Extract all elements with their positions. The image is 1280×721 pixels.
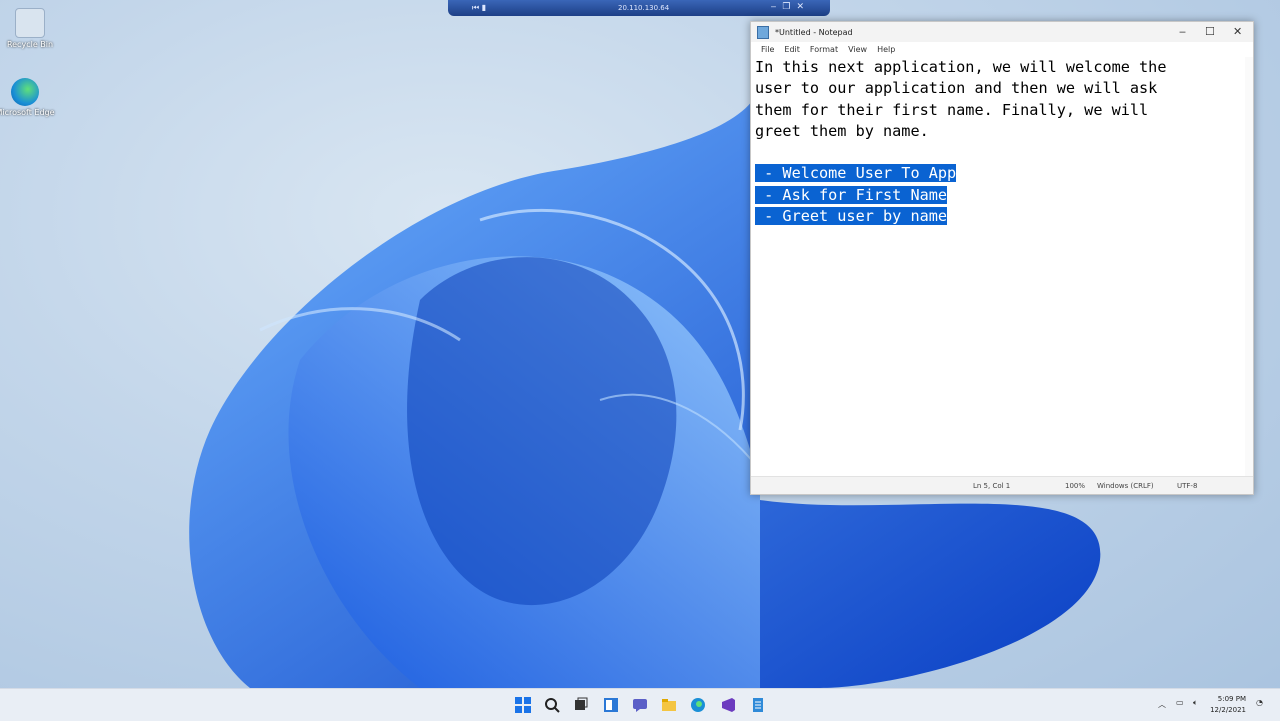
- close-button[interactable]: ✕: [1233, 25, 1242, 38]
- text-line: In this next application, we will welcom…: [755, 58, 1167, 76]
- selected-line: - Welcome User To App: [755, 164, 957, 183]
- notepad-icon[interactable]: [750, 697, 766, 713]
- window-title: *Untitled - Notepad: [775, 27, 853, 37]
- system-clock[interactable]: 5:09 PM 12/2/2021: [1210, 694, 1246, 716]
- menu-view[interactable]: View: [848, 45, 867, 54]
- edge-icon: [11, 78, 39, 106]
- desktop-icon-recycle-bin[interactable]: Recycle Bin: [0, 8, 60, 50]
- line-ending: Windows (CRLF): [1097, 482, 1154, 490]
- rdp-window-controls[interactable]: ‒❐✕: [771, 2, 810, 12]
- visual-studio-icon[interactable]: [720, 697, 736, 713]
- menu-file[interactable]: File: [761, 45, 774, 54]
- text-line-blank: [755, 142, 1235, 163]
- show-hidden-icons-icon[interactable]: ︿: [1158, 699, 1166, 710]
- text-line: them for their first name. Finally, we w…: [755, 100, 1149, 119]
- search-icon[interactable]: [544, 697, 560, 713]
- text-line: greet them by name.: [755, 121, 929, 140]
- recycle-bin-label: Recycle Bin: [6, 40, 54, 49]
- notepad-title-bar[interactable]: *Untitled - Notepad ‒ ☐ ✕: [751, 22, 1253, 42]
- notepad-icon: [757, 25, 769, 39]
- clock-time: 5:09 PM: [1217, 695, 1246, 703]
- cursor-position: Ln 5, Col 1: [973, 482, 1011, 490]
- file-explorer-icon[interactable]: [661, 697, 677, 713]
- edge-icon[interactable]: [690, 697, 706, 713]
- start-icon[interactable]: [515, 697, 531, 713]
- volume-icon[interactable]: 🔈︎: [1193, 698, 1198, 708]
- maximize-button[interactable]: ☐: [1205, 25, 1215, 38]
- vertical-scrollbar[interactable]: [1245, 57, 1253, 477]
- pin-icon[interactable]: ⏮ ▮: [472, 3, 486, 13]
- desktop-icon-edge[interactable]: Microsoft Edge: [0, 78, 55, 118]
- recycle-bin-icon: [15, 8, 45, 38]
- status-bar: Ln 5, Col 1 100% Windows (CRLF) UTF-8: [751, 476, 1253, 494]
- text-editor-area[interactable]: In this next application, we will welcom…: [755, 57, 1235, 477]
- selected-line: - Greet user by name: [755, 207, 948, 226]
- notepad-window[interactable]: *Untitled - Notepad ‒ ☐ ✕ File Edit Form…: [750, 21, 1254, 495]
- widgets-icon[interactable]: [603, 697, 619, 713]
- notification-icon[interactable]: ◔: [1256, 698, 1263, 707]
- menu-help[interactable]: Help: [877, 45, 895, 54]
- encoding: UTF-8: [1177, 482, 1198, 490]
- chat-icon[interactable]: [632, 697, 648, 713]
- task-view-icon[interactable]: [573, 697, 589, 713]
- menu-edit[interactable]: Edit: [784, 45, 800, 54]
- zoom-level: 100%: [1065, 482, 1086, 490]
- taskbar: ︿ ▭ 🔈︎ 5:09 PM 12/2/2021 ◔: [0, 688, 1280, 721]
- menu-bar: File Edit Format View Help: [751, 42, 1253, 57]
- minimize-button[interactable]: ‒: [1179, 25, 1186, 38]
- network-icon[interactable]: ▭: [1176, 698, 1184, 707]
- text-line: user to our application and then we will…: [755, 79, 1158, 98]
- menu-format[interactable]: Format: [810, 45, 838, 54]
- clock-date: 12/2/2021: [1210, 706, 1246, 714]
- rdp-connection-bar[interactable]: ⏮ ▮ 20.110.130.64 ‒❐✕: [448, 0, 830, 16]
- selected-line: - Ask for First Name: [755, 185, 948, 204]
- rdp-host-label: 20.110.130.64: [618, 4, 670, 12]
- edge-label: Microsoft Edge: [0, 108, 55, 117]
